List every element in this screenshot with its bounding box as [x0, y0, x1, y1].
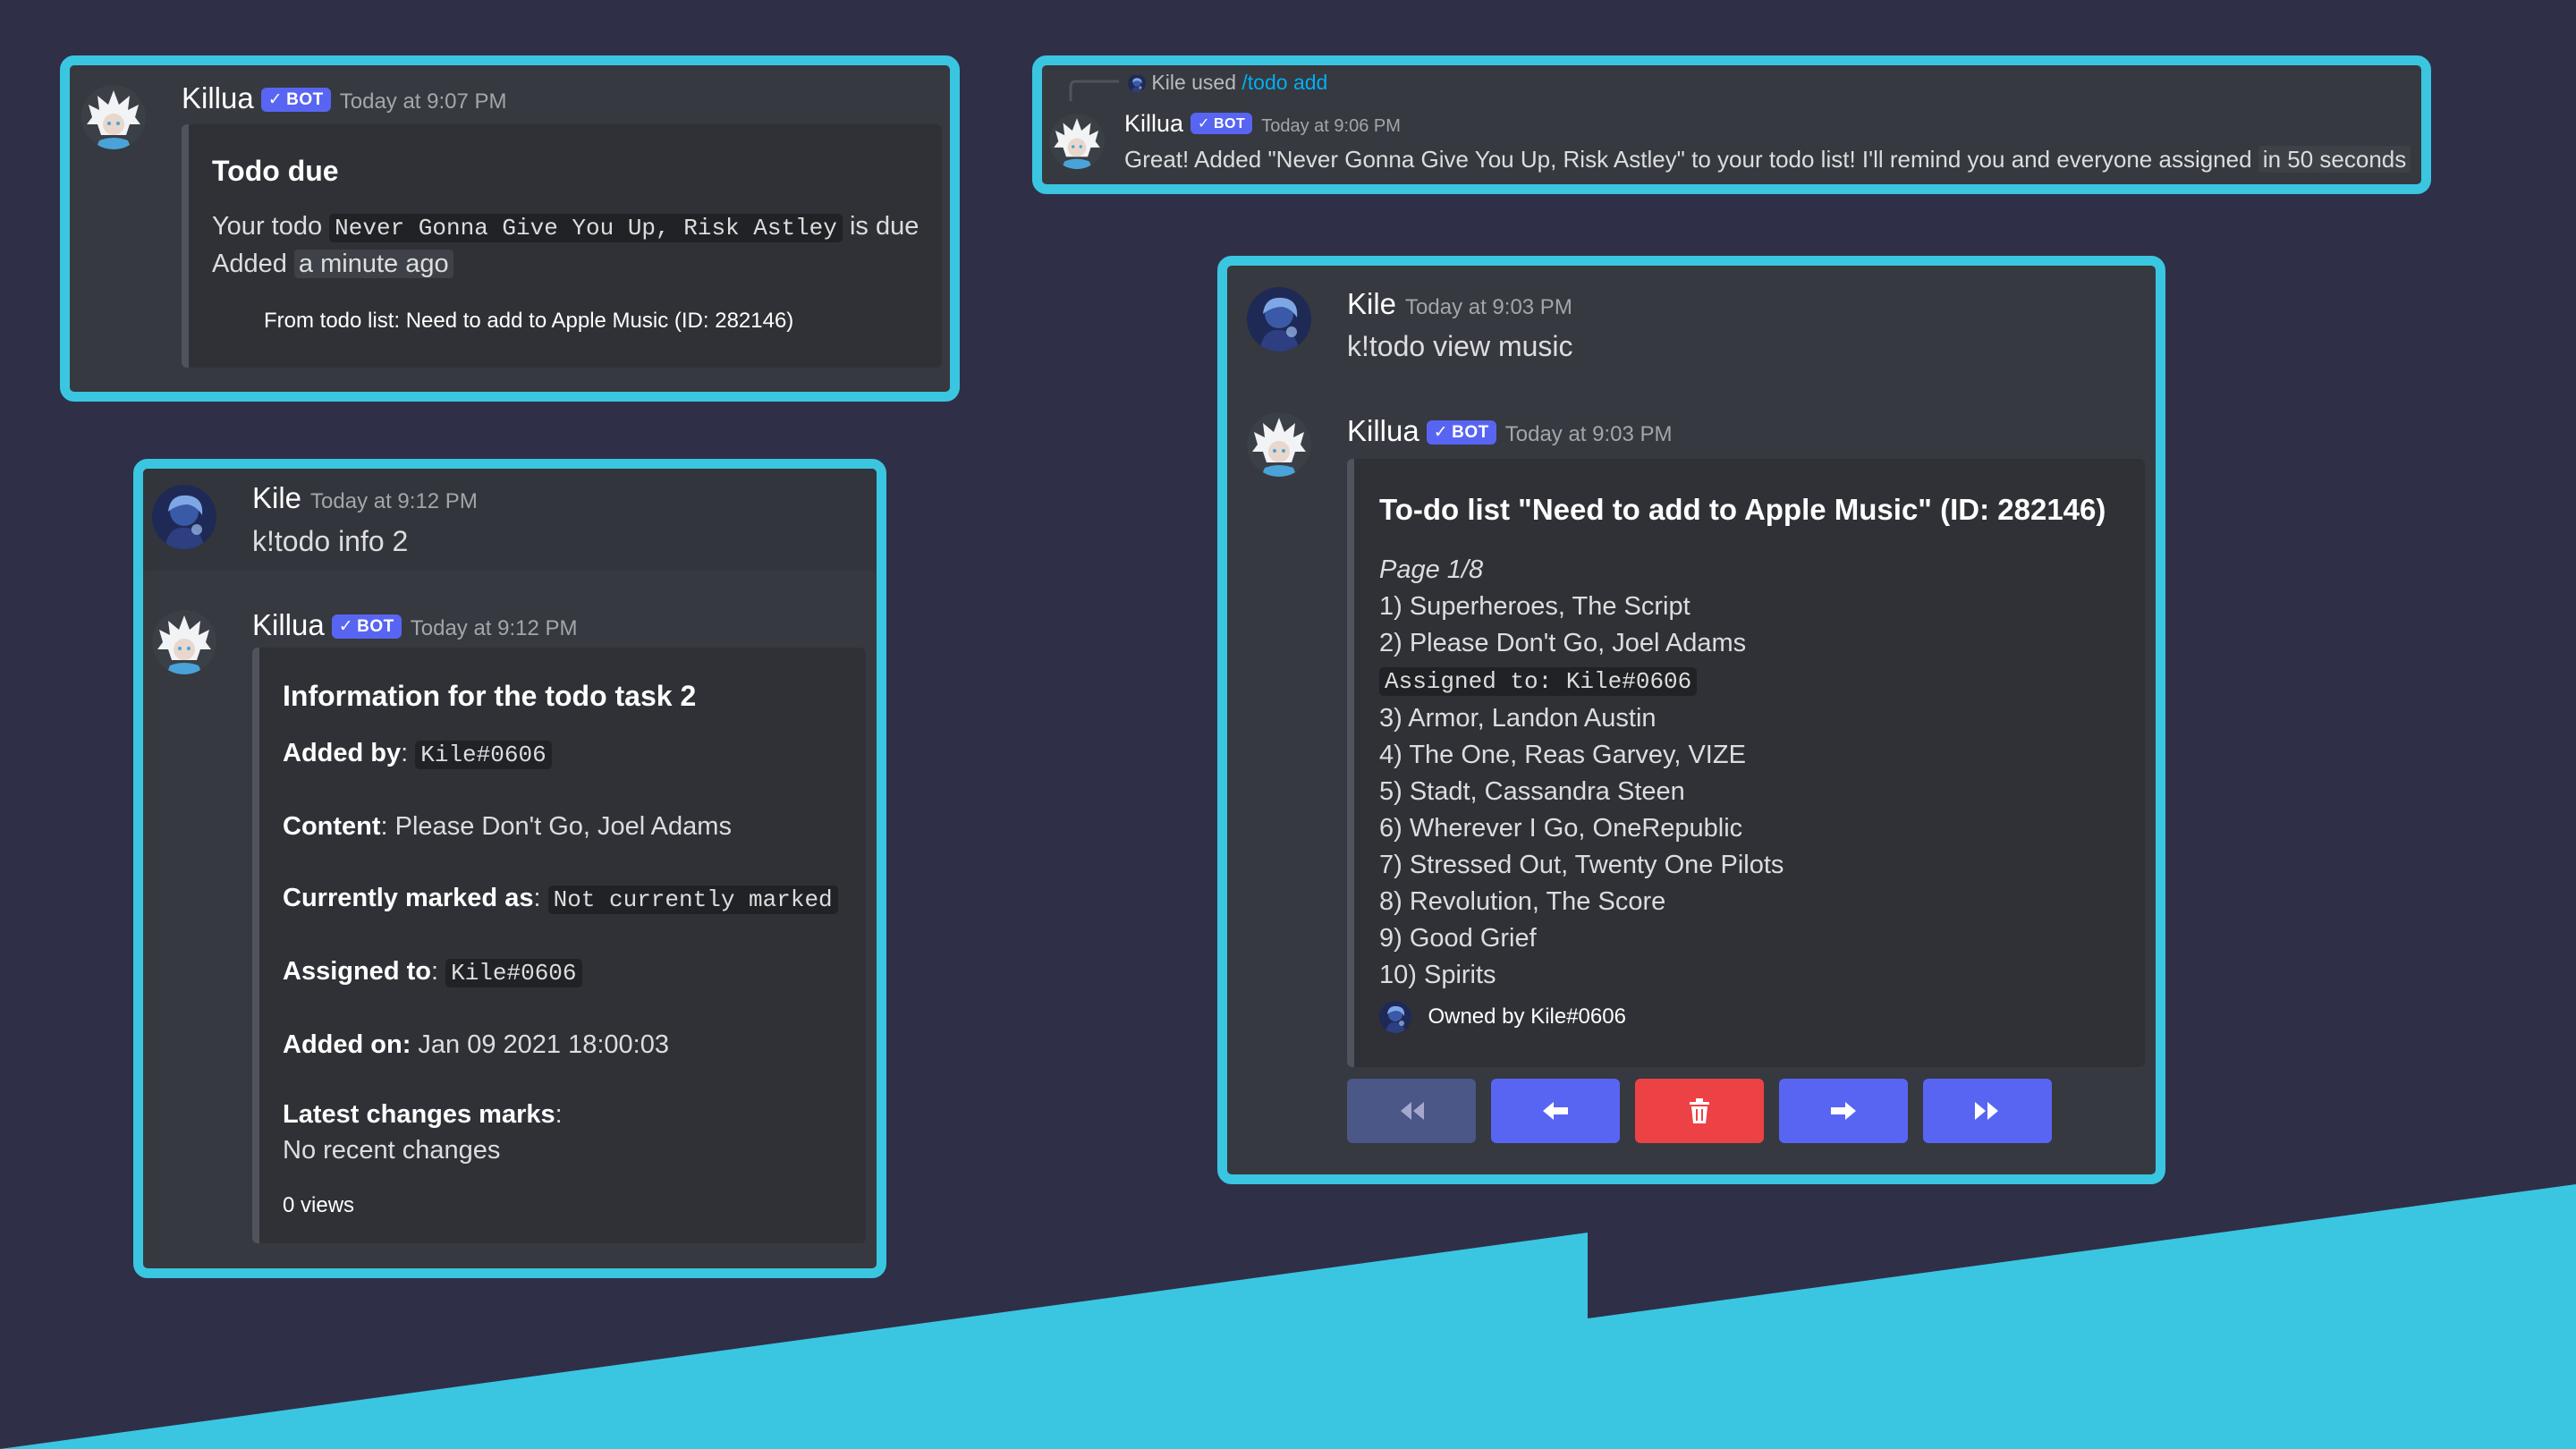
list-item: 3) Armor, Landon Austin — [1379, 704, 1657, 733]
todo-list-body: Page 1/8 1) Superheroes, The Script 2) P… — [1379, 552, 1784, 994]
field-latest-changes: Latest changes marks: No recent changes — [283, 1100, 563, 1165]
bot-message-header: Killua ✓ BOT Today at 9:03 PM — [1347, 414, 1673, 448]
embed-description: Your todo Never Gonna Give You Up, Risk … — [212, 212, 919, 278]
reply-reference[interactable]: Kile used /todo add — [1128, 71, 1327, 95]
field-marked: Currently marked as: Not currently marke… — [283, 880, 838, 918]
user-message-header: Kile Today at 9:03 PM — [1347, 287, 1572, 321]
field-added-by: Added by: Kile#0606 — [283, 735, 552, 773]
timestamp: Today at 9:03 PM — [1405, 295, 1572, 319]
todo-list-card: Kile Today at 9:03 PM k!todo view music K… — [1217, 256, 2165, 1184]
page-indicator: Page 1/8 — [1379, 555, 1484, 584]
arrow-right-icon — [1831, 1102, 1856, 1120]
timestamp: Today at 9:12 PM — [310, 489, 478, 513]
todo-due-card: Killua ✓ BOT Today at 9:07 PM Todo due Your… — [60, 55, 960, 402]
embed: Todo due Your todo Never Gonna Give You … — [182, 124, 942, 368]
killua-avatar[interactable] — [1247, 412, 1311, 477]
owner-avatar — [1379, 1001, 1411, 1033]
message-header: Killua ✓ BOT Today at 9:06 PM — [1124, 110, 1401, 138]
reply-connector — [1069, 80, 1119, 101]
next-page-button[interactable] — [1779, 1079, 1908, 1143]
embed-footer: 0 views — [283, 1193, 355, 1217]
assigned-note: Assigned to: Kile#0606 — [1379, 662, 1784, 700]
delete-button[interactable] — [1635, 1079, 1764, 1143]
embed-title: To-do list "Need to add to Apple Music" … — [1379, 493, 2106, 526]
check-icon: ✓ — [267, 90, 284, 109]
embed-title: Todo due — [212, 155, 339, 187]
todo-info-card: Kile Today at 9:12 PM k!todo info 2 Killu… — [133, 459, 886, 1278]
embed-footer: Owned by Kile#0606 — [1379, 1001, 1626, 1033]
first-page-button[interactable] — [1347, 1079, 1476, 1143]
timestamp: Today at 9:12 PM — [410, 616, 578, 640]
todo-add-card: Kile used /todo add Killua ✓ BOT Today at 9… — [1032, 55, 2431, 194]
timestamp: Today at 9:03 PM — [1504, 422, 1673, 446]
embed: To-do list "Need to add to Apple Music" … — [1347, 459, 2145, 1067]
bot-message-header: Killua ✓ BOT Today at 9:12 PM — [252, 608, 578, 642]
double-right-icon — [1975, 1102, 1998, 1120]
arrow-left-icon — [1543, 1102, 1568, 1120]
bot-badge: ✓ BOT — [1426, 420, 1496, 445]
check-icon: ✓ — [1433, 423, 1449, 442]
list-item: 1) Superheroes, The Script — [1379, 592, 1690, 621]
username[interactable]: Kile — [1347, 287, 1396, 320]
trash-icon — [1690, 1098, 1709, 1123]
list-item: 2) Please Don't Go, Joel Adams — [1379, 629, 1747, 657]
message-header: Killua ✓ BOT Today at 9:07 PM — [182, 81, 507, 115]
todo-code: Never Gonna Give You Up, Risk Astley — [329, 214, 843, 242]
relative-time[interactable]: in 50 seconds — [2258, 146, 2411, 173]
embed-footer: From todo list: Need to add to Apple Mus… — [264, 309, 794, 333]
user-message-content: k!todo view music — [1347, 330, 1573, 362]
relative-time[interactable]: a minute ago — [293, 250, 453, 278]
bot-badge: ✓ BOT — [260, 88, 331, 112]
field-assigned: Assigned to: Kile#0606 — [283, 953, 582, 991]
username[interactable]: Killua — [1347, 414, 1419, 447]
check-icon: ✓ — [338, 617, 354, 636]
field-added-on: Added on: Jan 09 2021 18:00:03 — [283, 1030, 669, 1059]
killua-avatar[interactable] — [1049, 114, 1105, 169]
last-page-button[interactable] — [1923, 1079, 2052, 1143]
kile-mini-avatar — [1128, 74, 1146, 92]
user-message-header: Kile Today at 9:12 PM — [252, 481, 478, 515]
list-item: 9) Good Grief — [1379, 924, 1537, 953]
previous-page-button[interactable] — [1491, 1079, 1620, 1143]
list-item: 10) Spirits — [1379, 961, 1496, 989]
command-link[interactable]: /todo add — [1241, 71, 1327, 94]
field-content: Content: Please Don't Go, Joel Adams — [283, 812, 732, 841]
list-item: 7) Stressed Out, Twenty One Pilots — [1379, 851, 1784, 879]
embed: Information for the todo task 2 Added by… — [252, 648, 866, 1243]
killua-avatar[interactable] — [152, 610, 216, 674]
check-icon: ✓ — [1198, 116, 1210, 131]
kile-avatar[interactable] — [152, 485, 216, 549]
timestamp: Today at 9:06 PM — [1261, 116, 1401, 136]
username[interactable]: Killua — [182, 81, 254, 114]
bot-badge: ✓ BOT — [1191, 113, 1253, 134]
message-content: Great! Added "Never Gonna Give You Up, R… — [1124, 146, 2411, 174]
list-item: 5) Stadt, Cassandra Steen — [1379, 777, 1685, 806]
embed-title: Information for the todo task 2 — [283, 680, 697, 712]
list-item: 6) Wherever I Go, OneRepublic — [1379, 814, 1743, 843]
killua-avatar[interactable] — [81, 85, 146, 149]
username[interactable]: Kile — [252, 481, 301, 514]
timestamp: Today at 9:07 PM — [339, 89, 507, 114]
bot-badge: ✓ BOT — [331, 614, 402, 639]
username[interactable]: Killua — [252, 608, 325, 641]
double-left-icon — [1401, 1102, 1424, 1120]
kile-avatar[interactable] — [1247, 287, 1311, 352]
list-item: 8) Revolution, The Score — [1379, 887, 1666, 916]
user-message-content: k!todo info 2 — [252, 525, 409, 557]
list-item: 4) The One, Reas Garvey, VIZE — [1379, 741, 1746, 769]
username[interactable]: Killua — [1124, 110, 1183, 137]
